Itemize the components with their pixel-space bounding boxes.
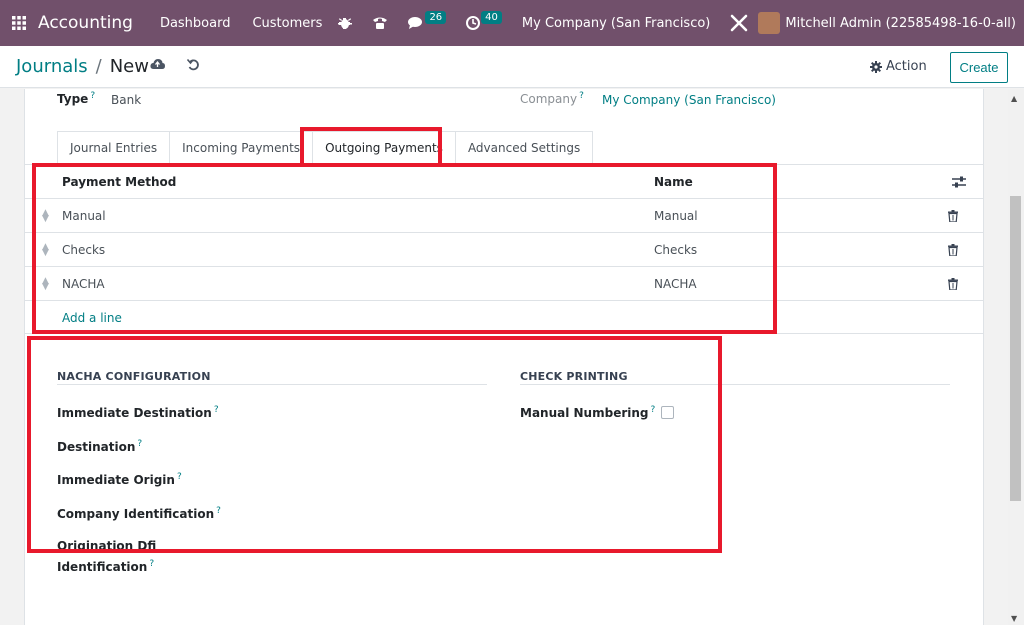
table-header-row: Payment Method Name [24, 165, 984, 199]
action-label: Action [886, 59, 927, 74]
tab-incoming-payments[interactable]: Incoming Payments [169, 131, 314, 164]
company-switcher[interactable]: My Company (San Francisco) [522, 16, 710, 31]
name-cell[interactable]: Manual [654, 199, 698, 233]
breadcrumb-separator: / [95, 56, 102, 77]
user-name: Mitchell Admin (22585498-16-0-all) [785, 15, 1016, 31]
drag-handle-icon[interactable]: ▲ ▼ [42, 233, 49, 267]
help-mark: ? [149, 559, 155, 569]
debug-bug-icon[interactable] [338, 0, 353, 46]
type-label: Type? [57, 91, 96, 106]
section-divider [24, 333, 984, 334]
company-value[interactable]: My Company (San Francisco) [602, 93, 776, 107]
check-printing-title: CHECK PRINTING [520, 370, 628, 383]
help-mark: ? [176, 472, 182, 482]
scroll-down-icon[interactable]: ▼ [1011, 614, 1017, 623]
column-name[interactable]: Name [654, 165, 693, 199]
voip-phone-icon[interactable] [372, 0, 388, 46]
scrollbar-thumb[interactable] [1010, 196, 1021, 501]
breadcrumb: Journals / New [16, 56, 149, 77]
name-cell[interactable]: NACHA [654, 267, 697, 301]
add-line-row: Add a line [24, 301, 984, 335]
help-mark: ? [137, 439, 143, 449]
type-value[interactable]: Bank [111, 93, 141, 107]
trash-icon[interactable] [948, 267, 958, 301]
identification-label: Identification? [57, 559, 155, 574]
menu-customers[interactable]: Customers [252, 16, 322, 31]
type-help: ? [90, 91, 96, 101]
notebook-tabs: Journal Entries Incoming Payments Outgoi… [57, 131, 594, 164]
tab-journal-entries[interactable]: Journal Entries [57, 131, 171, 164]
origination-dfi-label: Origination Dfi [57, 539, 157, 553]
avatar [758, 12, 781, 34]
manual-numbering-checkbox[interactable] [661, 406, 674, 419]
scroll-up-icon[interactable]: ▲ [1011, 94, 1017, 103]
breadcrumb-journals[interactable]: Journals [16, 56, 88, 77]
table-row[interactable]: ▲ ▼ NACHA NACHA [24, 267, 984, 301]
tab-advanced-settings[interactable]: Advanced Settings [454, 131, 594, 164]
tab-outgoing-payments[interactable]: Outgoing Payments [312, 131, 456, 164]
company-label: Company? [520, 91, 584, 106]
messages-icon[interactable]: 26 [408, 0, 447, 46]
table-row[interactable]: ▲ ▼ Manual Manual [24, 199, 984, 233]
payment-methods-table: Payment Method Name ▲ ▼ Manual Manual ▲ ▼ … [24, 165, 984, 335]
drag-handle-icon[interactable]: ▲ ▼ [42, 267, 49, 301]
column-payment-method[interactable]: Payment Method [62, 165, 176, 199]
nacha-rule [57, 384, 487, 385]
immediate-destination-label: Immediate Destination? [57, 405, 219, 420]
app-name[interactable]: Accounting [38, 13, 133, 33]
activities-clock-icon[interactable]: 40 [466, 0, 502, 46]
nacha-configuration-title: NACHA CONFIGURATION [57, 370, 211, 383]
create-button[interactable]: Create [950, 52, 1008, 83]
company-identification-label: Company Identification? [57, 506, 221, 521]
trash-icon[interactable] [948, 199, 958, 233]
breadcrumb-current: New [109, 56, 149, 77]
drag-handle-icon[interactable]: ▲ ▼ [42, 199, 49, 233]
gear-icon [870, 60, 882, 73]
payment-method-cell[interactable]: Manual [62, 199, 106, 233]
menu-dashboard[interactable]: Dashboard [160, 16, 231, 31]
payment-method-cell[interactable]: NACHA [62, 267, 105, 301]
control-panel: Journals / New Action Create [0, 46, 1024, 88]
trash-icon[interactable] [948, 233, 958, 267]
discard-undo-icon[interactable] [186, 58, 200, 75]
user-menu[interactable]: Mitchell Admin (22585498-16-0-all) [758, 12, 1016, 34]
top-navbar: Accounting Dashboard Customers 26 40 My … [0, 0, 1024, 46]
immediate-origin-label: Immediate Origin? [57, 472, 182, 487]
action-button[interactable]: Action [870, 59, 927, 74]
company-help: ? [579, 91, 584, 101]
help-mark: ? [216, 506, 221, 516]
help-mark: ? [650, 405, 656, 415]
name-cell[interactable]: Checks [654, 233, 697, 267]
add-line-link[interactable]: Add a line [62, 301, 122, 335]
save-cloud-icon[interactable] [150, 58, 165, 74]
apps-menu-icon[interactable] [0, 0, 38, 46]
help-mark: ? [213, 405, 219, 415]
messages-count-badge: 26 [425, 10, 447, 24]
activities-count-badge: 40 [481, 10, 502, 24]
table-row[interactable]: ▲ ▼ Checks Checks [24, 233, 984, 267]
destination-label: Destination? [57, 439, 143, 454]
payment-method-cell[interactable]: Checks [62, 233, 105, 267]
optional-columns-icon[interactable] [952, 165, 966, 199]
check-printing-rule [520, 384, 950, 385]
manual-numbering-label: Manual Numbering? [520, 405, 656, 420]
tools-icon[interactable] [730, 0, 748, 46]
